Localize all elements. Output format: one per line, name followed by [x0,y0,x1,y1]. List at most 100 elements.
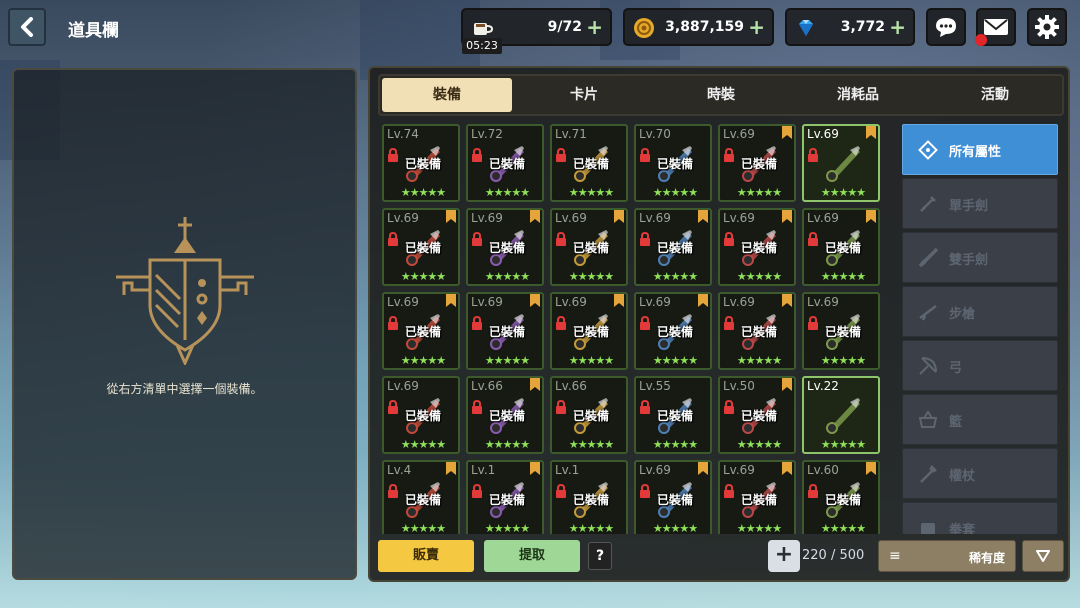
equipment-slot[interactable]: Lv.74 已裝備 ★★★★★ [382,124,460,202]
equipment-slot[interactable]: Lv.69 已裝備 ★★★★★ [718,208,796,286]
item-level: Lv.66 [471,379,503,393]
rifle-icon [919,305,937,321]
extract-button[interactable]: 提取 [484,540,580,572]
equipped-label: 已裝備 [824,325,861,339]
help-button[interactable]: ? [588,542,612,570]
item-level: Lv.69 [471,211,503,225]
star-rating: ★★★★★ [736,438,782,451]
two-hand-sword-icon [918,247,939,268]
equipped-label: 已裝備 [572,157,609,171]
equipped-label: 已裝備 [572,325,609,339]
equipment-slot[interactable]: Lv.71 已裝備 ★★★★★ [550,124,628,202]
filter-gauntlet[interactable]: 拳套 [902,502,1058,534]
filter-one-hand-sword[interactable]: 單手劍 [902,178,1058,229]
equipment-slot[interactable]: Lv.69 已裝備 ★★★★★ [550,292,628,370]
equipment-grid[interactable]: Lv.74 已裝備 ★★★★★ Lv.72 已裝備 ★★★★★ Lv.71 已裝備 ★★★★★ L… [382,124,890,534]
bookmark-flag-icon [698,462,708,475]
item-level: Lv.69 [387,295,419,309]
equipment-slot[interactable]: Lv.55 已裝備 ★★★★★ [634,376,712,454]
item-level: Lv.70 [639,127,671,141]
bookmark-flag-icon [446,210,456,223]
equipment-slot[interactable]: Lv.69 已裝備 ★★★★★ [634,460,712,534]
equipment-slot[interactable]: Lv.69 已裝備 ★★★★★ [466,208,544,286]
equipment-slot[interactable]: Lv.69 已裝備 ★★★★★ [382,376,460,454]
filter-bow[interactable]: 弓 [902,340,1058,391]
item-level: Lv.69 [639,211,671,225]
bookmark-flag-icon [866,210,876,223]
gem-counter[interactable]: 3,772 + [785,8,915,46]
filter-label: 籃 [949,415,963,430]
back-button[interactable] [8,8,46,46]
equipment-slot[interactable]: Lv.60 已裝備 ★★★★★ [802,460,880,534]
equipment-slot[interactable]: Lv.70 已裝備 ★★★★★ [634,124,712,202]
settings-button[interactable] [1027,8,1067,46]
equipment-slot[interactable]: Lv.66 已裝備 ★★★★★ [466,376,544,454]
equipment-slot[interactable]: Lv.69 已裝備 ★★★★★ [802,292,880,370]
item-level: Lv.69 [807,295,839,309]
equipment-slot[interactable]: Lv.50 已裝備 ★★★★★ [718,376,796,454]
tab-cards[interactable]: 卡片 [519,78,649,112]
equipped-label: 已裝備 [404,157,441,171]
equipment-slot[interactable]: Lv.1 已裝備 ★★★★★ [550,460,628,534]
stamina-value: 9/72 [547,19,582,35]
filter-two-hand-sword[interactable]: 雙手劍 [902,232,1058,283]
filter-basket[interactable]: 籃 [902,394,1058,445]
star-rating: ★★★★★ [820,354,866,367]
equipment-slot[interactable]: Lv.69 已裝備 ★★★★★ [634,208,712,286]
add-gold-button[interactable]: + [748,16,765,38]
equipment-slot[interactable]: Lv.66 已裝備 ★★★★★ [550,376,628,454]
star-rating: ★★★★★ [400,522,446,534]
filter-rifle[interactable]: 步槍 [902,286,1058,337]
equipment-slot[interactable]: Lv.69 ★★★★★ [802,124,880,202]
equipment-slot[interactable]: Lv.1 已裝備 ★★★★★ [466,460,544,534]
gold-counter[interactable]: 3,887,159 + [623,8,774,46]
sort-dropdown[interactable]: ≡ 稀有度 [878,540,1016,572]
tab-events[interactable]: 活動 [930,78,1060,112]
star-rating: ★★★★★ [820,522,866,534]
top-bar: 道具欄 9/72 + 05:23 3,887,159 + 3,772 + [0,0,1080,58]
filter-label: 弓 [949,361,963,376]
equipment-slot[interactable]: Lv.69 已裝備 ★★★★★ [718,124,796,202]
bookmark-flag-icon [530,462,540,475]
selection-hint: 從右方清單中選擇一個裝備。 [106,382,263,396]
equipment-slot[interactable]: Lv.69 已裝備 ★★★★★ [634,292,712,370]
lock-icon [808,148,818,162]
bow-icon [919,357,937,375]
equipment-slot[interactable]: Lv.22 ★★★★★ [802,376,880,454]
star-rating: ★★★★★ [736,186,782,199]
equipment-slot[interactable]: Lv.69 已裝備 ★★★★★ [466,292,544,370]
bookmark-flag-icon [782,126,792,139]
filter-all-attributes[interactable]: 所有屬性 [902,124,1058,175]
equipment-slot[interactable]: Lv.69 已裝備 ★★★★★ [718,292,796,370]
bookmark-flag-icon [782,210,792,223]
tab-consumables[interactable]: 消耗品 [793,78,923,112]
filter-staff[interactable]: 權杖 [902,448,1058,499]
tab-costumes[interactable]: 時裝 [656,78,786,112]
star-rating: ★★★★★ [400,270,446,283]
equipment-slot[interactable]: Lv.4 已裝備 ★★★★★ [382,460,460,534]
bookmark-flag-icon [614,294,624,307]
staff-icon [920,465,937,483]
equipped-label: 已裝備 [488,409,525,423]
equipment-slot[interactable]: Lv.69 已裝備 ★★★★★ [802,208,880,286]
mail-notification-dot [975,34,987,46]
item-level: Lv.74 [387,127,419,141]
sell-button[interactable]: 販賣 [378,540,474,572]
equipment-slot[interactable]: Lv.69 已裝備 ★★★★★ [382,292,460,370]
chat-bubble-icon [936,18,956,37]
inventory-action-bar: 販賣 提取 ? + 220 / 500 ≡ 稀有度 [370,538,1072,580]
add-stamina-button[interactable]: + [586,16,603,38]
expand-capacity-button[interactable]: + [768,540,800,572]
sort-direction-button[interactable] [1022,540,1064,572]
equipment-slot[interactable]: Lv.69 已裝備 ★★★★★ [718,460,796,534]
equipment-slot[interactable]: Lv.69 已裝備 ★★★★★ [382,208,460,286]
item-level: Lv.22 [807,379,839,393]
star-rating: ★★★★★ [652,438,698,451]
equipped-label: 已裝備 [572,493,609,507]
weapon-type-filter-list[interactable]: 所有屬性 單手劍 雙手劍 步槍弓籃權杖 拳套 [902,124,1060,534]
equipment-slot[interactable]: Lv.69 已裝備 ★★★★★ [550,208,628,286]
equipment-slot[interactable]: Lv.72 已裝備 ★★★★★ [466,124,544,202]
tab-equipment[interactable]: 裝備 [382,78,512,112]
add-gems-button[interactable]: + [889,16,906,38]
chat-button[interactable] [926,8,966,46]
